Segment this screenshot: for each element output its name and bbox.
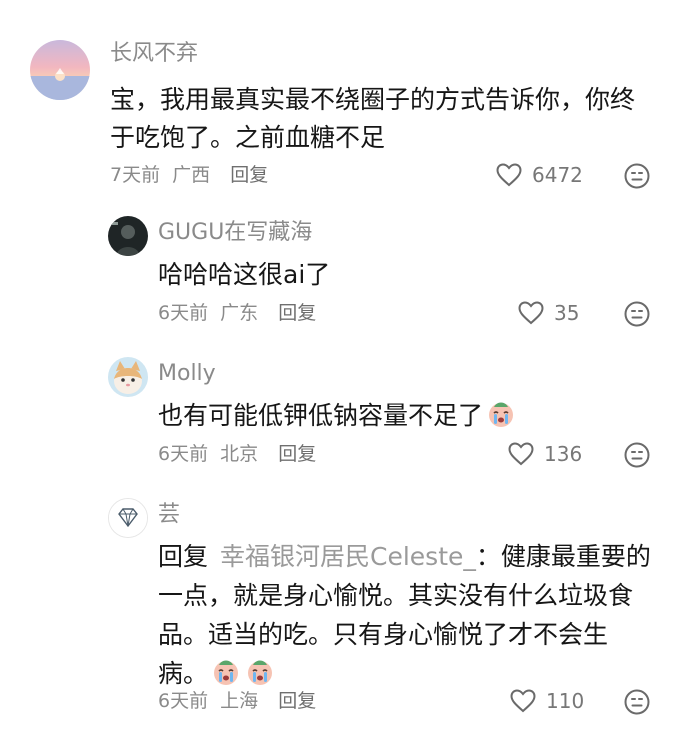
neutral-face-icon[interactable]: [624, 301, 650, 327]
comment-time: 6天前: [158, 690, 209, 712]
comment-text: 宝，我用最真实最不绕圈子的方式告诉你，你终于吃饱了。之前血糖不足: [110, 85, 636, 152]
reply-button[interactable]: 回复: [278, 302, 316, 324]
username[interactable]: Molly: [158, 360, 216, 388]
like-count: 6472: [532, 163, 583, 187]
reply-button[interactable]: 回复: [230, 164, 268, 186]
like-button[interactable]: 6472: [496, 161, 583, 189]
like-count: 136: [544, 442, 583, 466]
comment-text: 哈哈哈这很ai了: [158, 260, 331, 289]
neutral-face-icon[interactable]: [624, 442, 650, 468]
cat-avatar[interactable]: [108, 357, 148, 397]
crying-face-emoji: [214, 660, 239, 685]
like-count: 110: [546, 689, 585, 713]
heart-outline-icon: [510, 689, 536, 713]
reply-button[interactable]: 回复: [278, 443, 316, 465]
crying-face-emoji: [248, 660, 273, 685]
comment-location: 上海: [220, 690, 259, 712]
comment-meta: 7天前 广西 回复: [110, 162, 268, 188]
heart-outline-icon: [518, 301, 544, 325]
comment-location: 广东: [220, 302, 259, 324]
diamond-avatar[interactable]: [108, 498, 148, 538]
sunset-sea-avatar[interactable]: [30, 40, 90, 100]
comment-meta: 6天前 上海 回复: [158, 688, 316, 714]
reply-prefix: 回复: [158, 542, 209, 571]
comment-text: 回复 幸福银河居民Celeste_：健康最重要的一点，就是身心愉悦。其实没有什么垃…: [158, 537, 652, 693]
heart-outline-icon: [508, 442, 534, 466]
comment-time: 6天前: [158, 302, 209, 324]
username[interactable]: 芸: [158, 501, 180, 529]
like-button[interactable]: 136: [508, 440, 582, 468]
comment-location: 广西: [172, 164, 211, 186]
dark-photo-avatar[interactable]: [108, 216, 148, 256]
comment-location: 北京: [220, 443, 259, 465]
neutral-face-icon[interactable]: [624, 163, 650, 189]
like-button[interactable]: 35: [518, 299, 579, 327]
like-count: 35: [554, 301, 580, 325]
comment-time: 6天前: [158, 443, 209, 465]
comment-text: 也有可能低钾低钠容量不足了: [158, 397, 652, 435]
comment-meta: 6天前 广东 回复: [158, 300, 316, 326]
heart-outline-icon: [496, 163, 522, 187]
reply-target-username[interactable]: 幸福银河居民Celeste_: [220, 542, 476, 571]
comment-text-content: 也有可能低钾低钠容量不足了: [158, 401, 484, 430]
comment-meta: 6天前 北京 回复: [158, 441, 316, 467]
reply-colon: ：: [475, 542, 501, 571]
username[interactable]: 长风不弃: [110, 40, 198, 68]
like-button[interactable]: 110: [510, 687, 584, 715]
reply-button[interactable]: 回复: [278, 690, 316, 712]
comment-time: 7天前: [110, 164, 161, 186]
crying-face-emoji: [489, 402, 514, 427]
username[interactable]: GUGU在写藏海: [158, 219, 312, 247]
neutral-face-icon[interactable]: [624, 689, 650, 715]
